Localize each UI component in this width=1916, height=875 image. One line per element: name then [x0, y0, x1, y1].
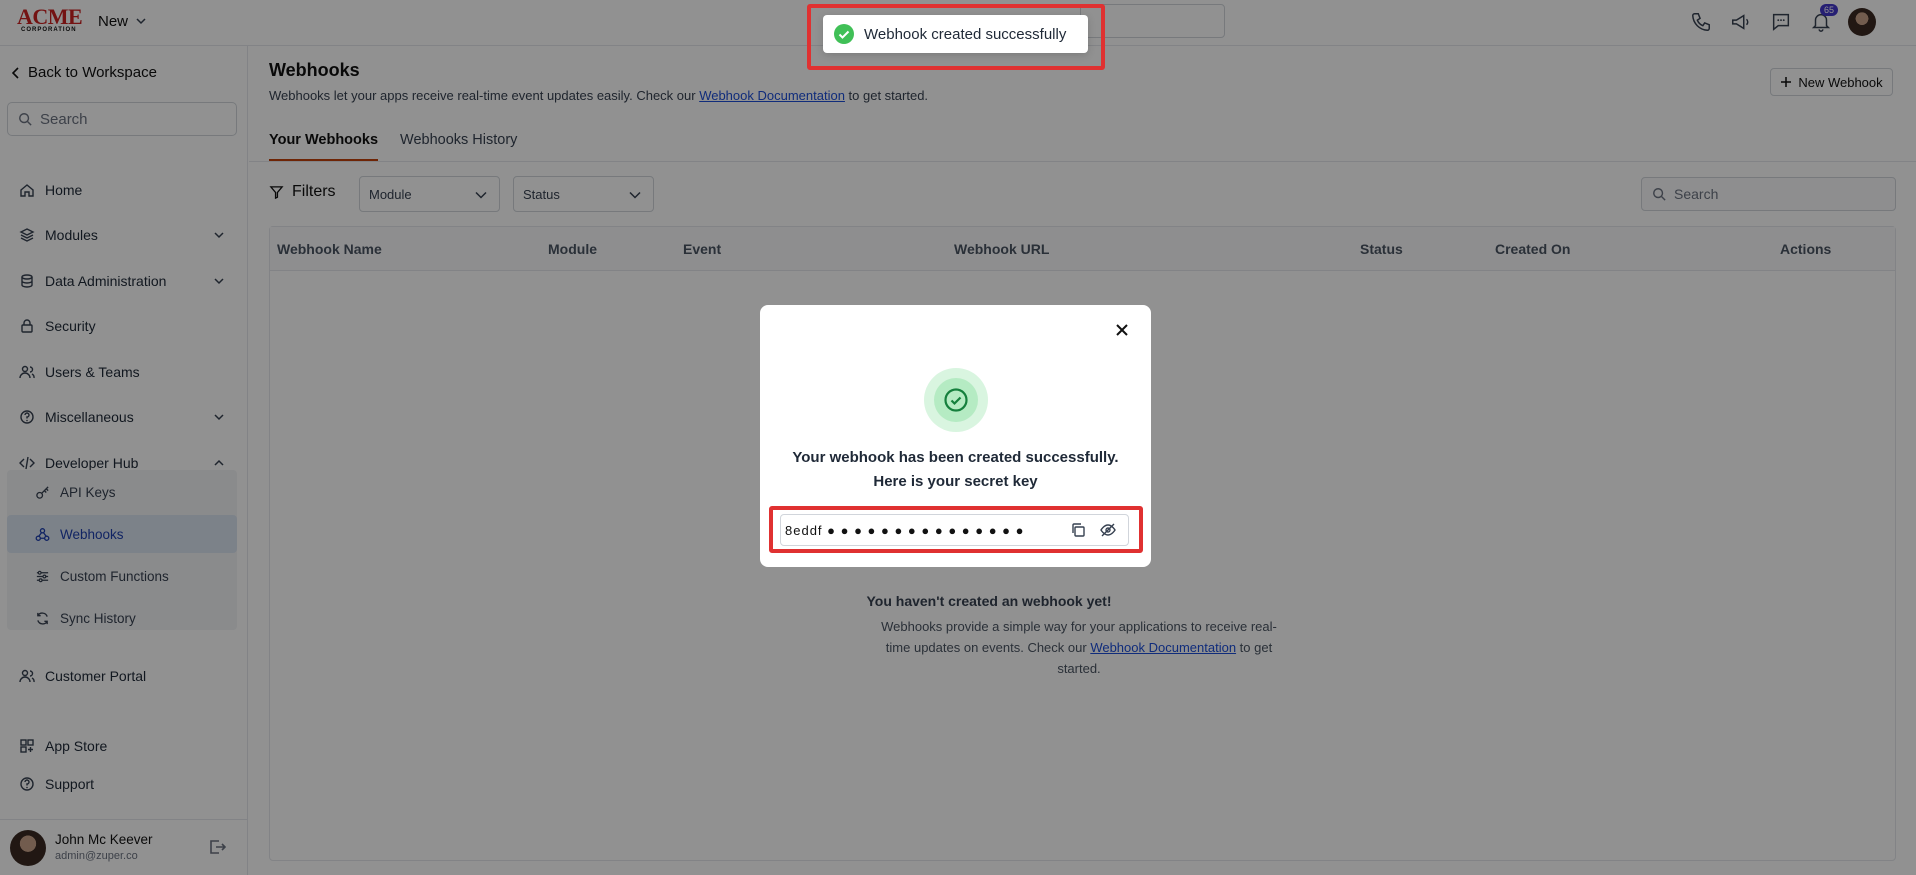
webhook-created-modal: Your webhook has been created successful…: [760, 305, 1151, 567]
eye-off-icon[interactable]: [1100, 522, 1116, 538]
secret-key-field[interactable]: 8eddf ● ● ● ● ● ● ● ● ● ● ● ● ● ● ● ● ● …: [780, 514, 1129, 546]
secret-key-value: 8eddf ● ● ● ● ● ● ● ● ● ● ● ● ● ● ● ● ● …: [785, 522, 1025, 538]
check-circle-icon: [944, 388, 968, 412]
success-icon-inner: [934, 378, 978, 422]
modal-message: Your webhook has been created successful…: [792, 449, 1119, 490]
success-icon-ring: [924, 368, 988, 432]
secret-key-actions: [1070, 522, 1116, 538]
check-circle-icon: [834, 24, 854, 44]
success-toast: Webhook created successfully: [823, 15, 1088, 53]
close-icon[interactable]: [1115, 323, 1129, 337]
copy-icon[interactable]: [1070, 522, 1086, 538]
toast-message: Webhook created successfully: [864, 25, 1067, 43]
